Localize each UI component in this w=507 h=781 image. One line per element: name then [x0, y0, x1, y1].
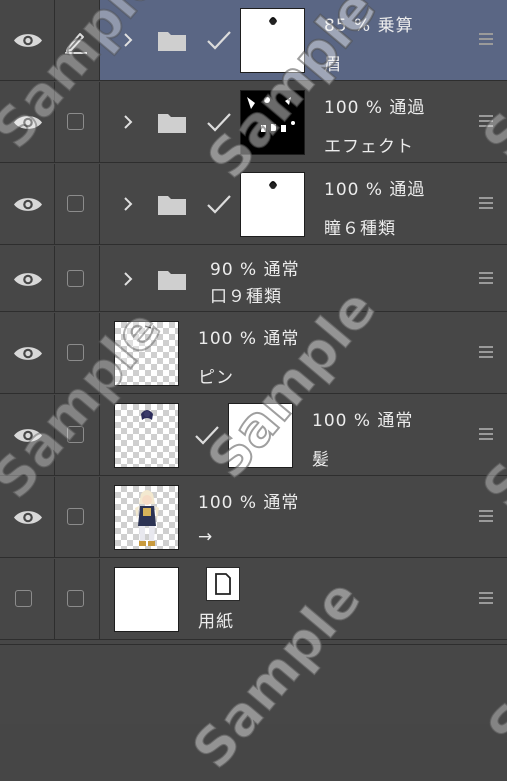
layer-row[interactable]: 100 % 通常 ピン: [0, 313, 507, 394]
menu-icon[interactable]: [479, 33, 493, 46]
visibility-cell[interactable]: [0, 82, 55, 162]
layer-name: 口９種類: [210, 287, 282, 307]
edit-cell[interactable]: [55, 477, 100, 557]
layer-opacity-blend: 100 % 通過: [324, 180, 426, 200]
layer-thumbnail: [114, 321, 179, 386]
chevron-right-icon[interactable]: [122, 270, 134, 288]
menu-icon[interactable]: [479, 346, 493, 359]
visibility-cell[interactable]: [0, 246, 55, 311]
layer-row[interactable]: 90 % 通常 口９種類: [0, 246, 507, 312]
layer-thumbnail: [240, 90, 305, 155]
edit-checkbox[interactable]: [67, 113, 84, 130]
eye-icon[interactable]: [13, 427, 43, 444]
paper-icon: [206, 567, 240, 601]
layer-opacity-blend: 85 % 乗算: [324, 16, 414, 36]
visibility-cell[interactable]: [0, 0, 55, 80]
eye-icon[interactable]: [13, 196, 43, 213]
chevron-right-icon[interactable]: [122, 195, 134, 213]
eye-icon[interactable]: [13, 345, 43, 362]
edit-cell[interactable]: [55, 559, 100, 639]
layer-name: 髪: [312, 450, 330, 470]
pen-icon[interactable]: [61, 27, 89, 55]
folder-icon: [158, 114, 186, 133]
layer-main[interactable]: 90 % 通常 口９種類: [100, 246, 507, 311]
layer-thumbnail: [240, 172, 305, 237]
checkmark-icon: [195, 426, 219, 445]
eye-icon[interactable]: [13, 509, 43, 526]
menu-icon[interactable]: [479, 271, 493, 285]
edit-cell[interactable]: [55, 246, 100, 311]
checkmark-icon: [207, 195, 231, 214]
edit-checkbox[interactable]: [67, 269, 84, 287]
folder-icon: [158, 270, 186, 290]
menu-icon[interactable]: [479, 115, 493, 128]
layer-main[interactable]: 100 % 通常 →: [100, 477, 507, 557]
layer-row[interactable]: 85 % 乗算 眉: [0, 0, 507, 81]
edit-cell[interactable]: [55, 82, 100, 162]
chevron-right-icon[interactable]: [122, 113, 134, 131]
menu-icon[interactable]: [479, 428, 493, 441]
layer-thumbnail: [114, 485, 179, 550]
visibility-cell[interactable]: [0, 477, 55, 557]
chevron-right-icon[interactable]: [122, 31, 134, 49]
layer-name: 眉: [324, 55, 342, 75]
layer-name: →: [198, 527, 214, 547]
checkmark-icon: [207, 31, 231, 50]
layer-main[interactable]: 100 % 通過 瞳６種類: [100, 164, 507, 244]
layer-main[interactable]: 100 % 通常 ピン: [100, 313, 507, 393]
visibility-cell[interactable]: [0, 313, 55, 393]
menu-icon[interactable]: [479, 510, 493, 523]
layer-thumbnail: [114, 567, 179, 632]
layer-name: 用紙: [198, 612, 234, 632]
empty-area: [0, 644, 507, 724]
edit-checkbox[interactable]: [67, 195, 84, 212]
layer-name: 瞳６種類: [324, 219, 396, 239]
layer-main[interactable]: 用紙: [100, 559, 507, 639]
layer-main[interactable]: 100 % 通常 髪: [100, 395, 507, 475]
eye-icon[interactable]: [13, 114, 43, 131]
visibility-cell[interactable]: [0, 395, 55, 475]
layer-opacity-blend: 100 % 通過: [324, 98, 426, 118]
checkmark-icon: [207, 113, 231, 132]
layer-opacity-blend: 100 % 通常: [198, 493, 300, 513]
visibility-cell[interactable]: [0, 164, 55, 244]
edit-cell[interactable]: [55, 164, 100, 244]
folder-icon: [158, 32, 186, 51]
layer-opacity-blend: 90 % 通常: [210, 260, 300, 280]
layer-row[interactable]: 100 % 通過 エフェクト: [0, 82, 507, 163]
folder-icon: [158, 196, 186, 215]
layer-mask-thumbnail: [228, 403, 293, 468]
layer-row[interactable]: 100 % 通常 →: [0, 477, 507, 558]
edit-checkbox[interactable]: [67, 508, 84, 525]
layer-thumbnail: [240, 8, 305, 73]
edit-checkbox[interactable]: [67, 426, 84, 443]
edit-checkbox[interactable]: [67, 590, 84, 607]
edit-cell[interactable]: [55, 313, 100, 393]
layer-opacity-blend: 100 % 通常: [312, 411, 414, 431]
edit-cell[interactable]: [55, 395, 100, 475]
visibility-checkbox[interactable]: [15, 590, 32, 607]
layer-panel: 85 % 乗算 眉 100 % 通過 エフェクト 100 % 通過 瞳６種類 9…: [0, 0, 507, 781]
menu-icon[interactable]: [479, 592, 493, 605]
layer-main[interactable]: 100 % 通過 エフェクト: [100, 82, 507, 162]
layer-thumbnail: [114, 403, 179, 468]
layer-main[interactable]: 85 % 乗算 眉: [100, 0, 507, 80]
layer-row[interactable]: 用紙: [0, 559, 507, 640]
edit-checkbox[interactable]: [67, 344, 84, 361]
layer-row[interactable]: 100 % 通常 髪: [0, 395, 507, 476]
layer-opacity-blend: 100 % 通常: [198, 329, 300, 349]
eye-icon[interactable]: [13, 32, 43, 49]
eye-icon[interactable]: [13, 271, 43, 288]
menu-icon[interactable]: [479, 197, 493, 210]
layer-name: エフェクト: [324, 137, 414, 157]
layer-row[interactable]: 100 % 通過 瞳６種類: [0, 164, 507, 245]
edit-cell[interactable]: [55, 0, 100, 80]
visibility-cell[interactable]: [0, 559, 55, 639]
layer-name: ピン: [198, 368, 234, 388]
